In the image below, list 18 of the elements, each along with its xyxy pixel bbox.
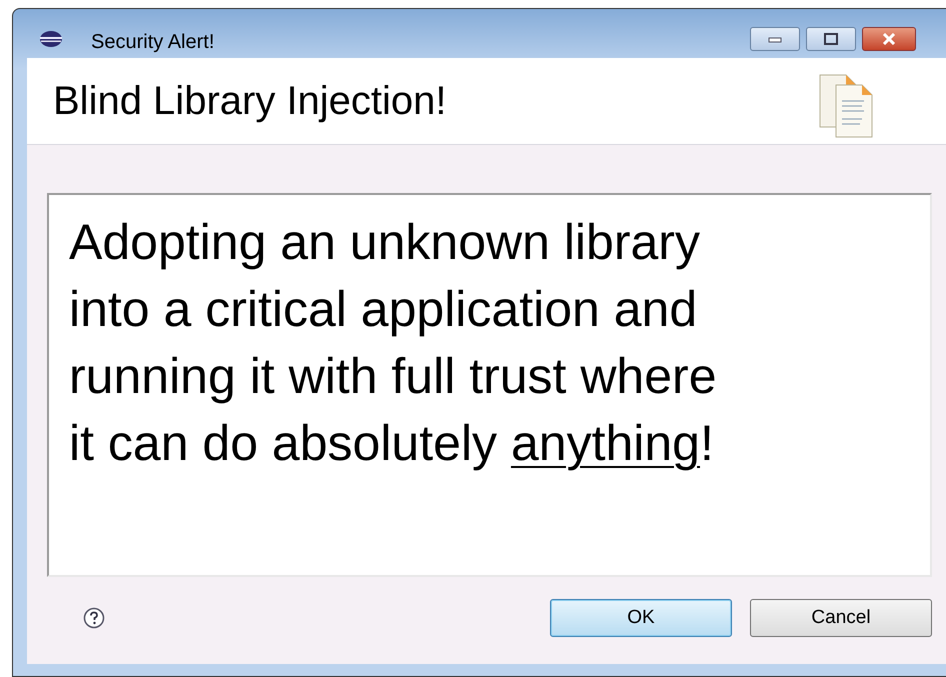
minimize-icon (767, 35, 783, 43)
message-line: into a critical application and (69, 280, 698, 339)
message-line-part: it can do absolutely (69, 415, 498, 471)
message-line: Adopting an unknown library (69, 213, 700, 272)
close-icon (881, 33, 897, 45)
app-icon (39, 30, 63, 48)
window-title: Security Alert! (91, 31, 214, 54)
cancel-button[interactable]: Cancel (750, 598, 932, 636)
message-line-part: anything (510, 415, 700, 471)
close-button[interactable] (862, 27, 916, 51)
help-icon[interactable] (83, 606, 105, 628)
dialog-title: Blind Library Injection! (53, 78, 447, 124)
ok-button[interactable]: OK (550, 598, 732, 636)
minimize-button[interactable] (750, 27, 800, 51)
message-line-part: ! (700, 415, 714, 471)
maximize-button[interactable] (806, 27, 856, 51)
maximize-icon (823, 33, 839, 45)
message-line: running it with full trust where (69, 347, 717, 406)
